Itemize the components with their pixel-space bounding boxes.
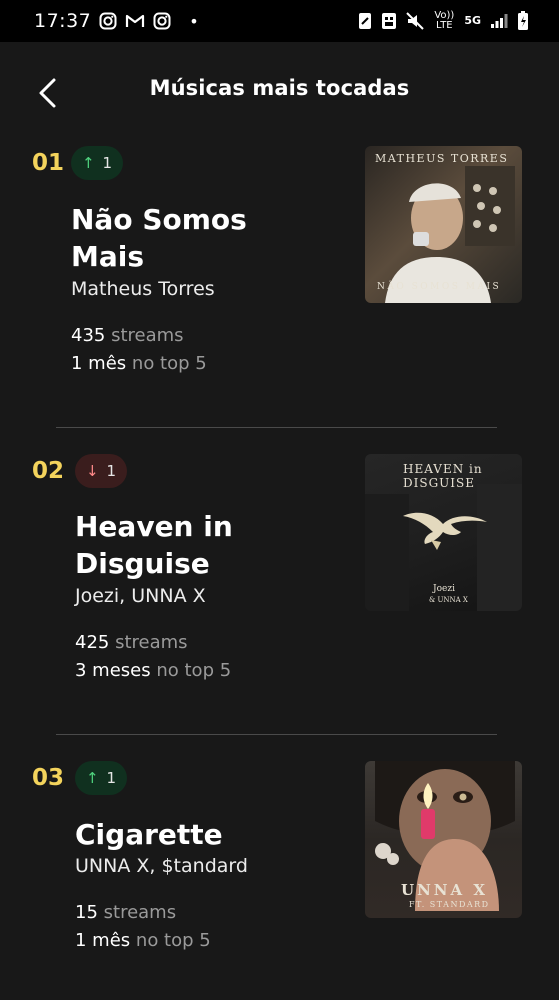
trend-change: 1 <box>102 154 113 172</box>
battery-icon <box>517 11 529 31</box>
album-art-title: NÃO SOMOS MAIS <box>377 282 502 292</box>
album-art[interactable]: UNNA X FT. STANDARD <box>365 761 522 918</box>
album-art-title-2: DISGUISE <box>403 476 476 490</box>
streams-stat: 15 streams <box>75 902 177 923</box>
instagram-icon <box>153 12 171 30</box>
volte-indicator: Vo)) LTE <box>434 10 455 31</box>
top-duration-stat: 1 mês no top 5 <box>71 353 207 374</box>
song-title: Heaven in Disguise <box>75 510 233 580</box>
artist-name: UNNA X, $tandard <box>75 855 248 877</box>
instagram-icon <box>99 12 117 30</box>
dual-sim-icon <box>381 12 397 30</box>
top-duration-stat: 3 meses no top 5 <box>75 660 232 681</box>
status-bar: 17:37 • Vo)) LTE 5G <box>0 0 559 42</box>
rank-number: 01 <box>32 150 65 176</box>
divider <box>56 734 497 735</box>
arrow-up-icon: ↑ <box>85 769 99 787</box>
streams-stat: 435 streams <box>71 325 184 346</box>
artist-name: Joezi, UNNA X <box>75 585 206 607</box>
mute-icon <box>406 12 425 30</box>
streams-stat: 425 streams <box>75 632 188 653</box>
album-art[interactable]: MATHEUS TORRES NÃO SOMOS MAIS <box>365 146 522 303</box>
arrow-up-icon: ↑ <box>81 154 95 172</box>
gmail-icon <box>125 13 145 29</box>
divider <box>56 427 497 428</box>
trend-badge: ↓ 1 <box>75 454 127 488</box>
album-art-credit-2: & UNNA X <box>429 596 468 604</box>
rank-number: 03 <box>32 765 65 791</box>
trend-change: 1 <box>106 769 117 787</box>
album-art-artist: MATHEUS TORRES <box>375 152 509 165</box>
status-time: 17:37 <box>34 10 92 32</box>
song-title: Não Somos Mais <box>71 203 247 273</box>
album-art-title: UNNA X <box>401 881 489 899</box>
album-art-title-1: HEAVEN in <box>403 462 483 476</box>
nfc-icon <box>358 12 372 30</box>
album-art-subtitle: FT. STANDARD <box>409 900 490 909</box>
page-header: Músicas mais tocadas <box>0 62 559 122</box>
page-title: Músicas mais tocadas <box>149 76 410 100</box>
artist-name: Matheus Torres <box>71 278 215 300</box>
top-duration-stat: 1 mês no top 5 <box>75 930 211 951</box>
song-title: Cigarette <box>75 818 223 851</box>
rank-number: 02 <box>32 458 65 484</box>
arrow-down-icon: ↓ <box>85 462 99 480</box>
trend-badge: ↑ 1 <box>71 146 123 180</box>
album-art-credit-1: Joezi <box>433 584 455 594</box>
album-art[interactable]: HEAVEN in DISGUISE Joezi & UNNA X <box>365 454 522 611</box>
album-cover-illustration <box>385 166 515 303</box>
notification-dot: • <box>189 11 199 31</box>
trend-change: 1 <box>106 462 117 480</box>
signal-icon <box>490 13 508 29</box>
network-5g-indicator: 5G <box>464 14 481 27</box>
trend-badge: ↑ 1 <box>75 761 127 795</box>
